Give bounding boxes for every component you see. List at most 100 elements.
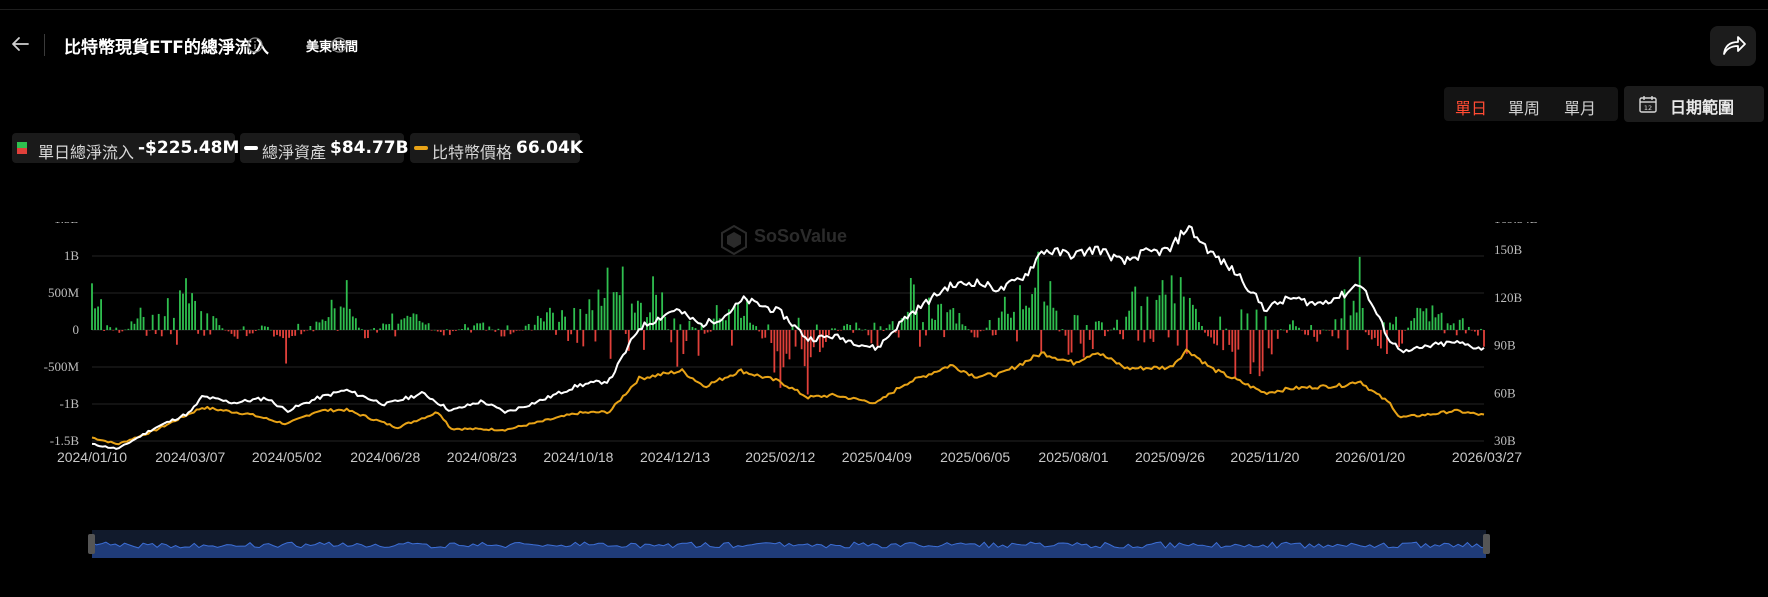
inflow-bar[interactable] bbox=[236, 330, 239, 339]
inflow-bar[interactable] bbox=[970, 330, 973, 333]
inflow-bar[interactable] bbox=[1404, 330, 1407, 331]
inflow-bar[interactable] bbox=[336, 330, 339, 331]
legend-net-assets[interactable]: 總淨資產 $84.77B bbox=[240, 133, 409, 163]
inflow-bar[interactable] bbox=[1270, 330, 1273, 355]
inflow-bar[interactable] bbox=[1231, 330, 1234, 352]
inflow-bar[interactable] bbox=[673, 318, 676, 330]
inflow-bar[interactable] bbox=[682, 330, 685, 355]
inflow-bar[interactable] bbox=[1064, 330, 1067, 336]
inflow-bar[interactable] bbox=[546, 312, 548, 330]
inflow-bar[interactable] bbox=[1022, 309, 1024, 330]
inflow-bar[interactable] bbox=[997, 317, 1000, 330]
inflow-bar[interactable] bbox=[603, 297, 606, 330]
inflow-bar[interactable] bbox=[855, 322, 858, 330]
inflow-bar[interactable] bbox=[291, 330, 294, 337]
inflow-bar[interactable] bbox=[1313, 330, 1316, 337]
inflow-bar[interactable] bbox=[357, 327, 360, 330]
inflow-bar[interactable] bbox=[612, 292, 615, 330]
inflow-bar[interactable] bbox=[479, 323, 482, 330]
inflow-bar[interactable] bbox=[476, 323, 479, 330]
inflow-bar[interactable] bbox=[400, 319, 403, 330]
inflow-bar[interactable] bbox=[655, 294, 657, 330]
inflow-bar[interactable] bbox=[218, 325, 221, 330]
inflow-bar[interactable] bbox=[767, 324, 770, 330]
inflow-bar[interactable] bbox=[615, 291, 618, 330]
inflow-bar[interactable] bbox=[1428, 321, 1431, 330]
back-button[interactable] bbox=[8, 32, 32, 56]
inflow-bar[interactable] bbox=[922, 322, 924, 330]
inflow-bar[interactable] bbox=[533, 324, 536, 330]
inflow-bar[interactable] bbox=[594, 330, 597, 342]
inflow-bar[interactable] bbox=[121, 330, 124, 332]
tab-weekly[interactable]: 單周 bbox=[1508, 95, 1540, 119]
inflow-bar[interactable] bbox=[579, 309, 582, 330]
inflow-bar[interactable] bbox=[1461, 318, 1464, 330]
inflow-bar[interactable] bbox=[1140, 306, 1143, 330]
inflow-bar[interactable] bbox=[985, 327, 988, 330]
inflow-bar[interactable] bbox=[412, 313, 415, 330]
inflow-bar[interactable] bbox=[1328, 330, 1331, 331]
inflow-bar[interactable] bbox=[815, 324, 818, 330]
inflow-bar[interactable] bbox=[224, 330, 227, 331]
inflow-bar[interactable] bbox=[503, 330, 506, 337]
inflow-bar[interactable] bbox=[509, 330, 512, 335]
inflow-bar[interactable] bbox=[582, 330, 585, 347]
inflow-bar[interactable] bbox=[1261, 330, 1264, 372]
inflow-bar[interactable] bbox=[191, 293, 193, 330]
inflow-bar[interactable] bbox=[1055, 310, 1058, 330]
inflow-bar[interactable] bbox=[1458, 319, 1461, 330]
inflow-bar[interactable] bbox=[270, 329, 272, 331]
inflow-bar[interactable] bbox=[979, 330, 982, 332]
info-icon[interactable] bbox=[247, 37, 263, 53]
inflow-bar[interactable] bbox=[176, 330, 178, 345]
inflow-bar[interactable] bbox=[555, 330, 557, 335]
inflow-bar[interactable] bbox=[1298, 327, 1300, 330]
inflow-bar[interactable] bbox=[779, 330, 782, 388]
inflow-bar[interactable] bbox=[952, 308, 955, 330]
inflow-bar[interactable] bbox=[203, 330, 206, 336]
inflow-bar[interactable] bbox=[330, 299, 333, 330]
inflow-bar[interactable] bbox=[919, 330, 921, 347]
inflow-bar[interactable] bbox=[442, 330, 445, 336]
inflow-bar[interactable] bbox=[591, 310, 594, 330]
inflow-bar[interactable] bbox=[1422, 311, 1425, 330]
inflow-bar[interactable] bbox=[245, 330, 248, 337]
inflow-bar[interactable] bbox=[470, 330, 472, 333]
inflow-bar[interactable] bbox=[403, 318, 406, 330]
inflow-bar[interactable] bbox=[197, 330, 200, 334]
inflow-bar[interactable] bbox=[715, 305, 718, 330]
inflow-bar[interactable] bbox=[755, 326, 758, 330]
inflow-bar[interactable] bbox=[1431, 305, 1434, 330]
inflow-bar[interactable] bbox=[1361, 308, 1364, 330]
inflow-bar[interactable] bbox=[1204, 330, 1206, 333]
inflow-bar[interactable] bbox=[737, 303, 739, 330]
inflow-bar[interactable] bbox=[1110, 329, 1112, 331]
inflow-bar[interactable] bbox=[1097, 321, 1100, 330]
inflow-bar[interactable] bbox=[703, 330, 706, 334]
inflow-bar[interactable] bbox=[691, 326, 694, 330]
inflow-bar[interactable] bbox=[427, 323, 430, 330]
inflow-bar[interactable] bbox=[254, 330, 257, 331]
inflow-bar[interactable] bbox=[512, 330, 515, 333]
inflow-bar[interactable] bbox=[630, 303, 633, 330]
inflow-bar[interactable] bbox=[1179, 277, 1182, 330]
range-navigator[interactable] bbox=[0, 530, 1768, 560]
inflow-bar[interactable] bbox=[606, 267, 609, 330]
inflow-bar[interactable] bbox=[1198, 322, 1200, 330]
inflow-bar[interactable] bbox=[1401, 330, 1404, 344]
inflow-bar[interactable] bbox=[1013, 311, 1015, 330]
inflow-bar[interactable] bbox=[640, 302, 642, 330]
inflow-bar[interactable] bbox=[1243, 329, 1246, 330]
inflow-bar[interactable] bbox=[485, 330, 488, 331]
inflow-bar[interactable] bbox=[345, 280, 348, 330]
inflow-bar[interactable] bbox=[97, 306, 99, 330]
inflow-bar[interactable] bbox=[1040, 330, 1043, 353]
inflow-bar[interactable] bbox=[242, 326, 245, 330]
inflow-bar[interactable] bbox=[1295, 326, 1297, 330]
inflow-bar[interactable] bbox=[573, 307, 576, 330]
inflow-bar[interactable] bbox=[649, 312, 651, 330]
inflow-bar[interactable] bbox=[194, 300, 197, 330]
inflow-bar[interactable] bbox=[266, 326, 269, 330]
inflow-bar[interactable] bbox=[597, 289, 600, 330]
inflow-bar[interactable] bbox=[991, 330, 994, 336]
